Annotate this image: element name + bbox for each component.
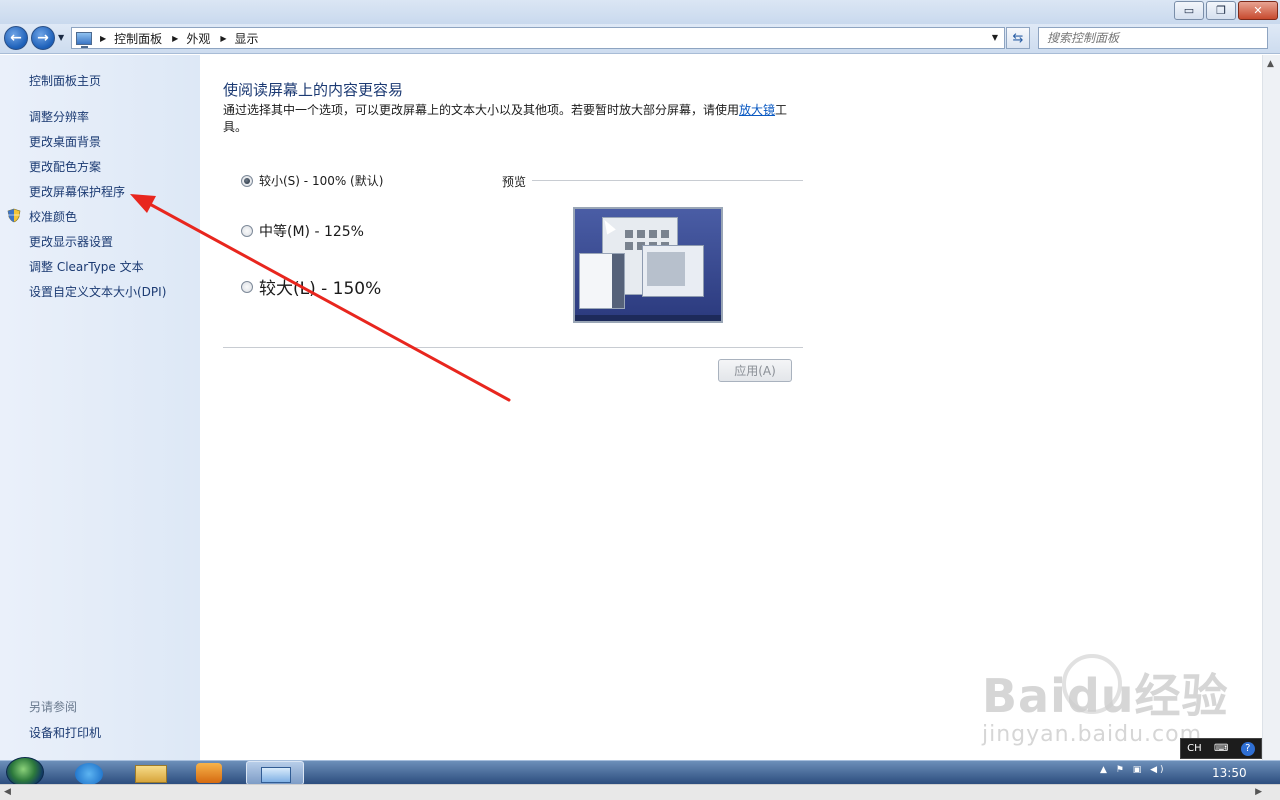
page-description: 通过选择其中一个选项，可以更改屏幕上的文本大小以及其他项。若要暂时放大部分屏幕，… [223,102,803,136]
preview-divider [532,180,803,181]
control-panel-taskbar-button[interactable] [246,761,304,785]
horizontal-scrollbar[interactable]: ◀ ▶ [0,784,1280,800]
keyboard-icon[interactable]: ⌨ [1214,743,1228,754]
sidebar-item-change-screensaver[interactable]: 更改屏幕保护程序 [29,183,125,200]
maximize-button[interactable]: ❐ [1206,1,1236,20]
recent-pages-dropdown-icon[interactable]: ▼ [58,33,64,42]
page-title: 使阅读屏幕上的内容更容易 [223,81,404,99]
breadcrumb-display[interactable]: 显示 [235,30,259,47]
baidu-watermark: Baidu经验 jingyan.baidu.com [982,654,1229,747]
window-controls: ▭ ❐ ✕ [1172,1,1278,20]
radio-button[interactable] [241,225,253,237]
refresh-button[interactable]: ⇆ [1006,27,1030,49]
title-bar: ▭ ❐ ✕ [0,0,1280,24]
navigation-bar: ← → ▼ ▶ 控制面板 ▶ 外观 ▶ 显示 ▼ ⇆ [0,24,1280,54]
breadcrumb-chevron-icon[interactable]: ▶ [172,34,178,43]
see-also-title: 另请参阅 [29,700,78,714]
close-button[interactable]: ✕ [1238,1,1278,20]
scroll-left-icon[interactable]: ◀ [4,787,11,797]
preview-image [573,207,723,323]
sidebar-item-control-panel-home[interactable]: 控制面板主页 [29,72,101,89]
magnifier-link[interactable]: 放大镜 [739,103,775,117]
clock[interactable]: 13:50 [1212,766,1247,780]
preview-window [642,245,704,297]
file-explorer-icon[interactable] [135,765,167,783]
option-smaller[interactable]: 较小(S) - 100% (默认) [241,172,383,189]
sidebar-item-devices-printers[interactable]: 设备和打印机 [29,724,101,741]
paw-logo-icon [1062,654,1122,714]
scroll-up-icon[interactable]: ▲ [1267,59,1274,69]
breadcrumb: ▶ 控制面板 ▶ 外观 ▶ 显示 [100,30,269,47]
option-larger[interactable]: 较大(L) - 150% [241,274,381,299]
breadcrumb-chevron-icon[interactable]: ▶ [220,34,226,43]
sidebar-item-cleartype[interactable]: 调整 ClearType 文本 [29,258,144,275]
start-button[interactable] [6,757,44,787]
language-indicator[interactable]: CH [1187,743,1202,754]
breadcrumb-appearance[interactable]: 外观 [186,30,210,47]
preview-window [579,253,625,309]
language-bar[interactable]: CH ⌨ ? [1180,738,1262,759]
control-panel-icon [76,31,92,48]
address-dropdown-icon[interactable]: ▼ [992,33,998,42]
sidebar-item-custom-dpi[interactable]: 设置自定义文本大小(DPI) [29,283,166,300]
search-box[interactable] [1038,27,1268,49]
radio-button-checked[interactable] [241,174,253,187]
option-label: 较大(L) - 150% [259,279,382,299]
media-player-icon[interactable] [196,763,222,783]
sidebar-item-change-color-scheme[interactable]: 更改配色方案 [29,158,101,175]
option-label: 中等(M) - 125% [259,224,364,240]
address-bar[interactable]: ▶ 控制面板 ▶ 外观 ▶ 显示 ▼ [71,27,1005,49]
description-text: 通过选择其中一个选项，可以更改屏幕上的文本大小以及其他项。若要暂时放大部分屏幕，… [223,103,740,117]
system-tray-icons[interactable]: ▲ ⚑ ▣ ◀) [1100,765,1167,775]
sidebar-item-change-background[interactable]: 更改桌面背景 [29,133,101,150]
content-divider [223,347,803,348]
taskbar: ▲ ⚑ ▣ ◀) 13:50 [0,757,1280,787]
preview-label: 预览 [502,175,527,189]
sidebar: 控制面板主页 调整分辨率 更改桌面背景 更改配色方案 更改屏幕保护程序 校准颜色… [0,55,200,760]
apply-button[interactable]: 应用(A) [718,359,792,382]
help-icon[interactable]: ? [1240,741,1255,756]
breadcrumb-control-panel[interactable]: 控制面板 [114,30,162,47]
forward-button[interactable]: → [31,26,55,50]
uac-shield-icon [7,208,21,223]
internet-explorer-icon[interactable] [75,763,103,785]
scroll-right-icon[interactable]: ▶ [1255,787,1262,797]
search-input[interactable] [1039,28,1267,48]
minimize-button[interactable]: ▭ [1174,1,1204,20]
vertical-scrollbar[interactable]: ▲ [1262,55,1280,760]
preview-taskbar [575,315,721,321]
sidebar-item-calibrate-color[interactable]: 校准颜色 [29,208,77,225]
back-button[interactable]: ← [4,26,28,50]
breadcrumb-chevron-icon[interactable]: ▶ [100,34,106,43]
option-label: 较小(S) - 100% (默认) [259,174,384,188]
option-medium[interactable]: 中等(M) - 125% [241,221,364,241]
sidebar-item-adjust-resolution[interactable]: 调整分辨率 [29,108,89,125]
sidebar-item-display-settings[interactable]: 更改显示器设置 [29,233,113,250]
radio-button[interactable] [241,280,253,293]
